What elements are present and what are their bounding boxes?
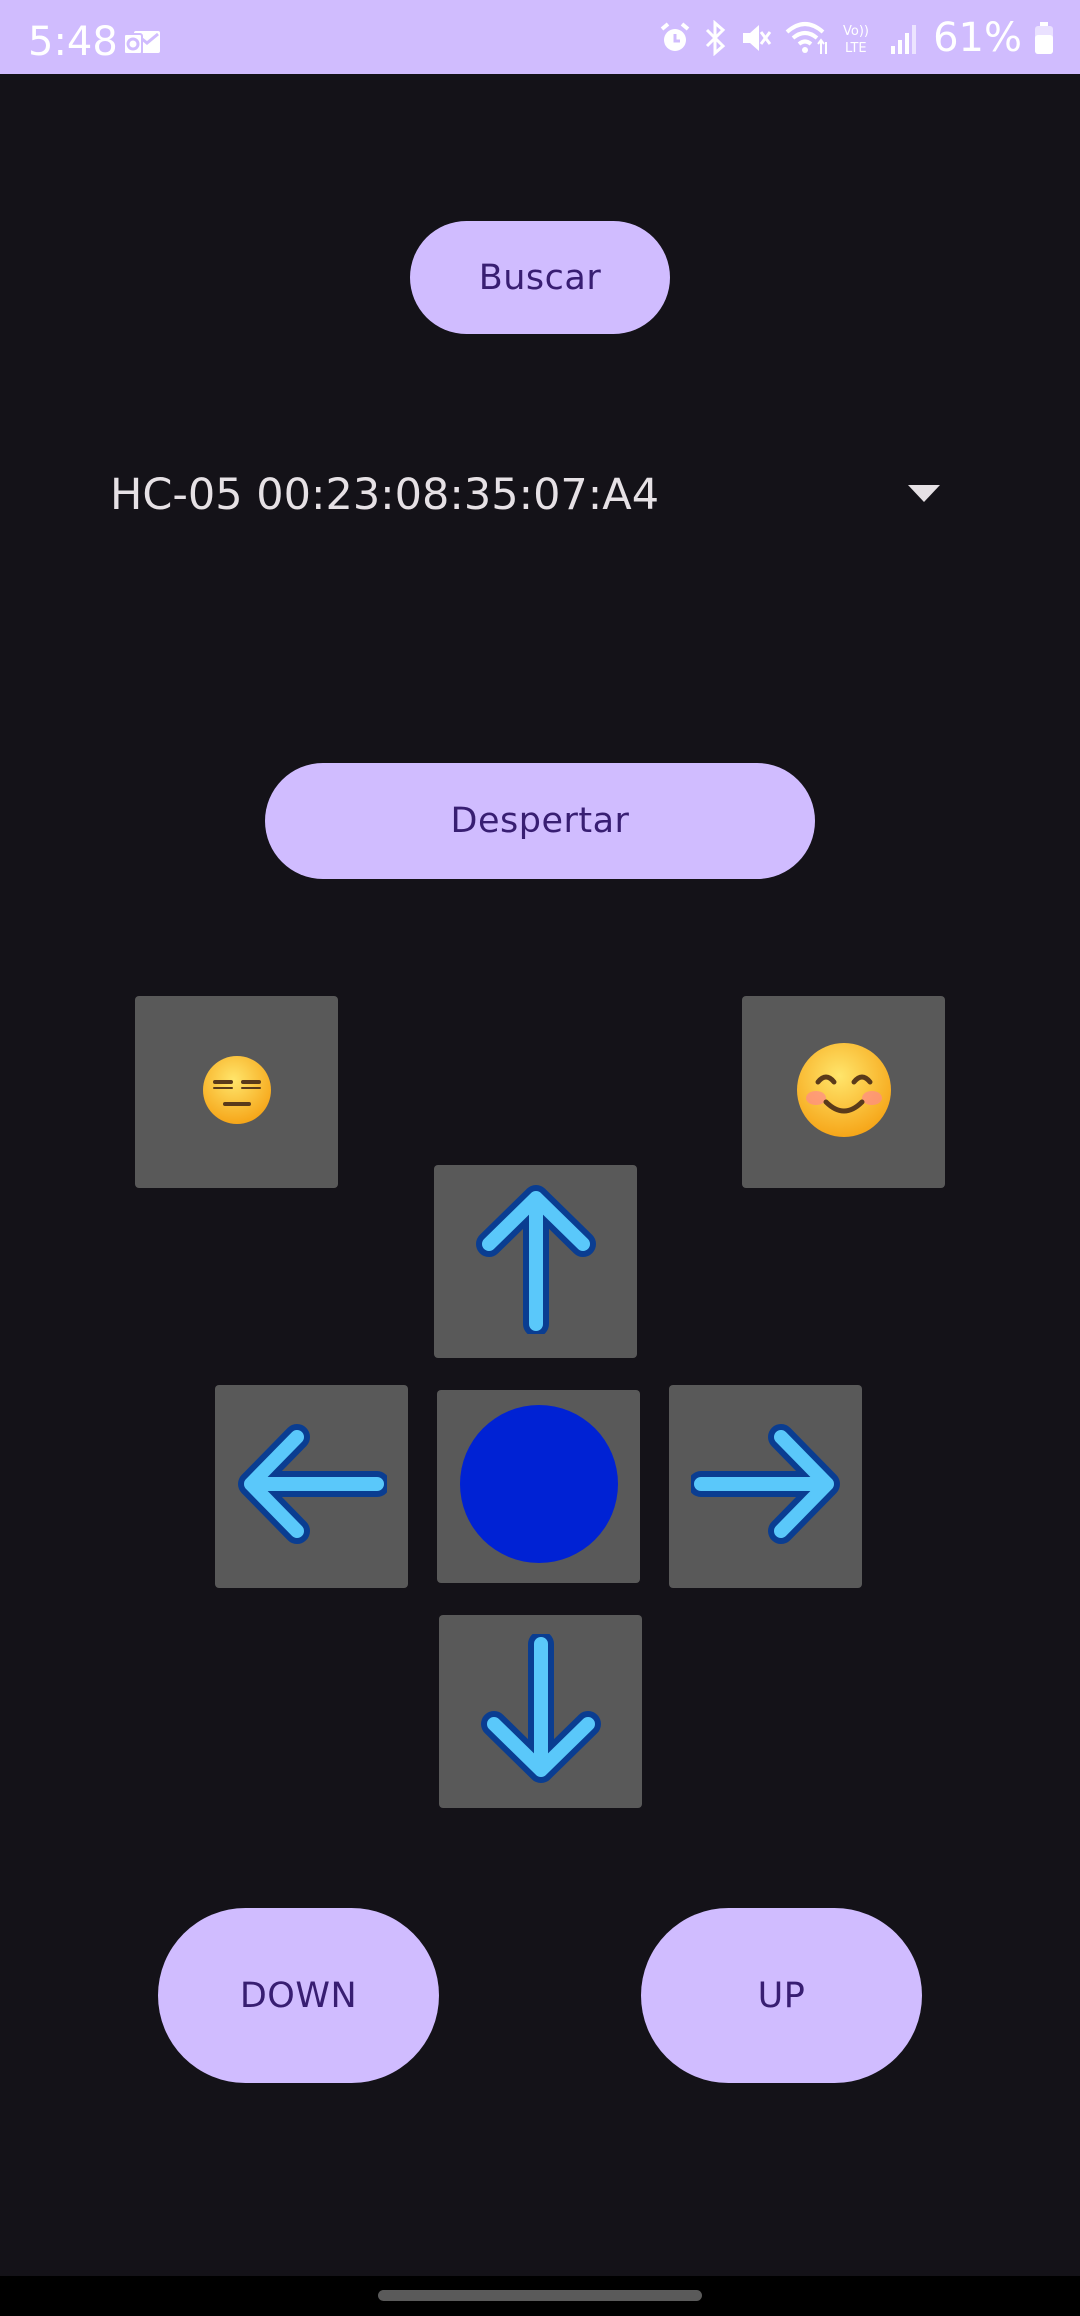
battery-percent: 61% — [933, 15, 1022, 61]
arrow-down-icon — [476, 1631, 606, 1789]
neutral-face-icon — [201, 1054, 273, 1131]
arrow-up-icon — [471, 1184, 601, 1339]
arrow-left-icon — [237, 1419, 390, 1554]
wake-button[interactable]: Despertar — [265, 763, 815, 879]
smiling-face-button[interactable] — [742, 996, 945, 1188]
dropdown-arrow-icon — [908, 485, 940, 508]
smiling-face-icon — [794, 1040, 894, 1145]
status-time: 5:48 — [28, 19, 118, 65]
dpad-up-button[interactable] — [434, 1165, 637, 1358]
device-spinner[interactable]: HC-05 00:23:08:35:07:A4 — [110, 450, 950, 540]
search-button-label: Buscar — [478, 257, 602, 298]
dpad-right-button[interactable] — [669, 1385, 862, 1588]
status-icons: Vo)) LTE 61% — [647, 15, 1054, 61]
down-button-label: DOWN — [239, 1975, 358, 2016]
wake-button-label: Despertar — [450, 801, 630, 841]
dpad-center-button[interactable] — [437, 1390, 640, 1583]
down-button[interactable]: DOWN — [158, 1908, 439, 2083]
mute-icon — [727, 21, 773, 55]
neutral-face-button[interactable] — [135, 996, 338, 1188]
search-button[interactable]: Buscar — [410, 221, 670, 334]
bluetooth-icon — [691, 20, 727, 56]
battery-icon — [1022, 21, 1054, 55]
blue-circle-icon — [459, 1404, 619, 1569]
signal-icon — [877, 22, 919, 54]
alarm-icon — [647, 21, 691, 55]
arrow-right-icon — [687, 1419, 841, 1554]
svg-text:Vo)): Vo)) — [843, 24, 869, 39]
outlook-icon — [122, 28, 162, 63]
home-gesture-handle[interactable] — [378, 2290, 702, 2301]
dpad-down-button[interactable] — [439, 1615, 642, 1808]
status-bar: 5:48 Vo)) LTE 61% — [0, 0, 1080, 74]
svg-text:LTE: LTE — [845, 41, 867, 56]
volte-icon: Vo)) LTE — [829, 20, 877, 56]
device-spinner-value: HC-05 00:23:08:35:07:A4 — [110, 470, 660, 520]
dpad-left-button[interactable] — [215, 1385, 408, 1588]
up-button[interactable]: UP — [641, 1908, 922, 2083]
up-button-label: UP — [757, 1975, 806, 2016]
wifi-icon — [773, 20, 829, 56]
